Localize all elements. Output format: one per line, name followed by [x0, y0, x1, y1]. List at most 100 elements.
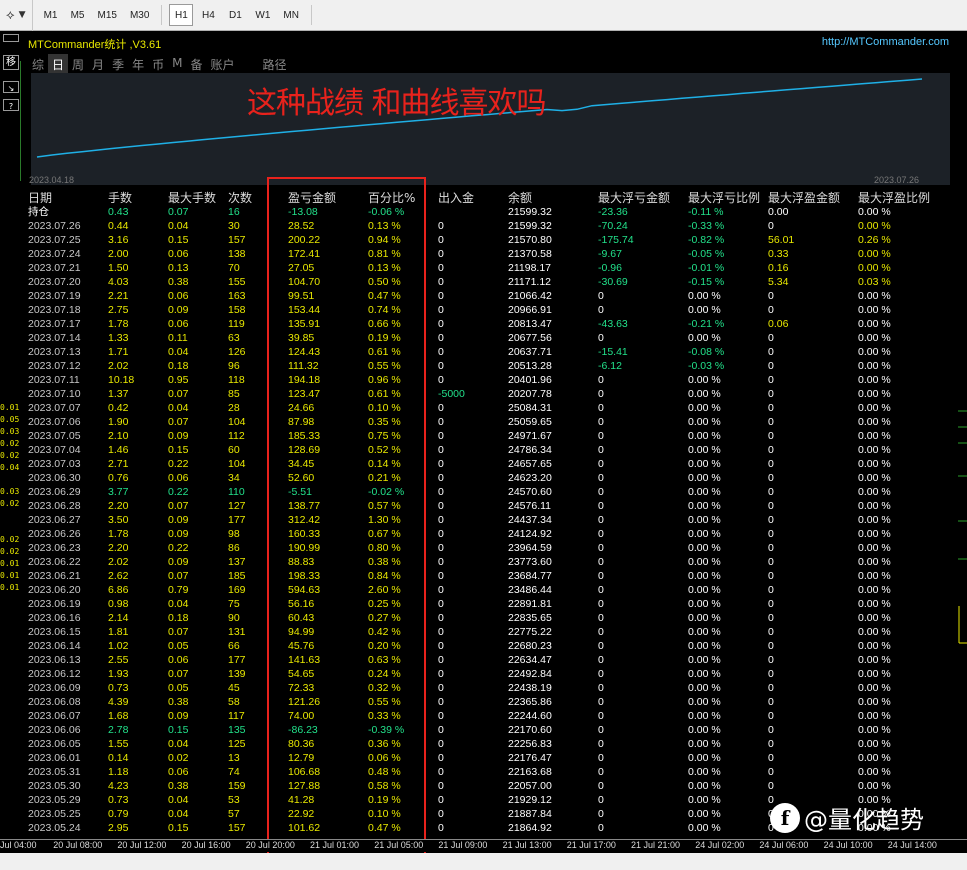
table-cell: 0.00 % — [688, 416, 721, 428]
table-row: 2023.06.09 0.73 0.05 45 72.33 0.32 % 0 22438.19… — [22, 681, 955, 695]
website-link[interactable]: http://MTCommander.com — [822, 36, 949, 48]
tab-8[interactable]: 备 — [186, 54, 206, 75]
table-cell: 0.09 — [168, 430, 189, 442]
table-cell: 0 — [438, 318, 444, 330]
table-cell: 0.00 % — [858, 416, 891, 428]
timeframe-buttons: M1 M5 M15 M30 H1 H4 D1 W1 MN — [33, 4, 316, 26]
timeframe-mn-button[interactable]: MN — [278, 4, 304, 26]
table-cell: 0.00 % — [688, 766, 721, 778]
tab-1[interactable]: 日 — [48, 54, 69, 75]
table-cell: 22634.47 — [508, 654, 552, 666]
timeframe-m1-button[interactable]: M1 — [39, 4, 63, 26]
tab-0[interactable]: 综 — [28, 54, 48, 75]
table-cell: 104 — [228, 416, 246, 428]
table-cell: 16 — [228, 206, 240, 218]
table-cell: 0 — [768, 528, 774, 540]
table-cell: 2023.06.26 — [28, 528, 81, 540]
table-cell: 0.00 % — [858, 780, 891, 792]
column-header: 手数 — [108, 191, 133, 205]
tab-6[interactable]: 币 — [148, 54, 168, 75]
table-cell: 0 — [438, 822, 444, 834]
table-cell: 28 — [228, 402, 240, 414]
table-cell: 1.71 — [108, 346, 129, 358]
table-cell: 0.00 — [768, 206, 789, 218]
table-cell: 159 — [228, 780, 246, 792]
timeframe-m30-button[interactable]: M30 — [125, 4, 154, 26]
table-cell: 0 — [598, 682, 604, 694]
arrow-icon[interactable]: ↘ — [3, 81, 19, 93]
table-cell: 139 — [228, 668, 246, 680]
column-header: 余额 — [508, 191, 533, 205]
table-cell: 0 — [438, 514, 444, 526]
tab-10[interactable]: 路径 — [259, 54, 291, 75]
time-label: Jul 04:00 — [0, 840, 37, 850]
table-cell: 2023.06.08 — [28, 696, 81, 708]
tab-5[interactable]: 年 — [128, 54, 148, 75]
table-cell: 2023.07.19 — [28, 290, 81, 302]
table-cell: 0 — [438, 542, 444, 554]
table-row: 2023.06.13 2.55 0.06 177 141.63 0.63 % 0 22634.… — [22, 653, 955, 667]
table-cell: 10.18 — [108, 374, 135, 386]
timeframe-d1-button[interactable]: D1 — [223, 4, 247, 26]
tab-7[interactable]: M — [168, 54, 186, 75]
table-cell: 0 — [438, 766, 444, 778]
table-cell: 1.68 — [108, 710, 129, 722]
help-icon[interactable]: ? — [3, 99, 19, 111]
stats-tabs: 综日周月季年币 M 备账户 路径 — [28, 54, 291, 75]
table-cell: 20677.56 — [508, 332, 552, 344]
table-cell: 0.00 % — [688, 780, 721, 792]
table-cell: 23964.59 — [508, 542, 552, 554]
table-cell: 0.15 — [168, 822, 189, 834]
table-cell: 0.00 % — [858, 360, 891, 372]
table-cell: 0.00 % — [858, 528, 891, 540]
table-cell: 2023.06.13 — [28, 654, 81, 666]
table-cell: 0 — [768, 710, 774, 722]
table-cell: 0.00 % — [858, 290, 891, 302]
table-cell: 2023.06.16 — [28, 612, 81, 624]
table-cell: 0.00 % — [858, 752, 891, 764]
table-cell: 163 — [228, 290, 246, 302]
timeframe-h1-button[interactable]: H1 — [169, 4, 194, 26]
table-cell: 0 — [438, 444, 444, 456]
panel-title: MTCommander统计 ,V3.61 — [28, 39, 162, 51]
table-cell: 0 — [768, 682, 774, 694]
table-cell: 0.00 % — [858, 374, 891, 386]
price-label: 0.01 — [0, 583, 20, 592]
time-label: 20 Jul 16:00 — [181, 840, 231, 850]
table-cell: 2023.06.07 — [28, 710, 81, 722]
timeframe-m15-button[interactable]: M15 — [93, 4, 122, 26]
table-row: 2023.07.05 2.10 0.09 112 185.33 0.75 % 0 24971.… — [22, 429, 955, 443]
table-cell: 0 — [768, 598, 774, 610]
panel-toggle-button[interactable]: 移 — [3, 55, 19, 70]
table-cell: 0 — [438, 220, 444, 232]
tab-2[interactable]: 周 — [68, 54, 88, 75]
collapse-handle[interactable] — [3, 34, 19, 42]
table-cell: 20513.28 — [508, 360, 552, 372]
table-cell: 0.00 % — [858, 206, 891, 218]
table-cell: 0 — [768, 332, 774, 344]
table-row: 持仓 0.43 0.07 16 -13.08 -0.06 % 21599.32 -23.36-… — [22, 205, 955, 219]
tab-9[interactable]: 账户 — [206, 54, 238, 75]
table-row: 2023.06.21 2.62 0.07 185 198.33 0.84 % 0 23684.… — [22, 569, 955, 583]
table-cell: 0 — [438, 682, 444, 694]
table-row: 2023.07.13 1.71 0.04 126 124.43 0.61 % 0 20637.… — [22, 345, 955, 359]
highlight-box — [267, 177, 426, 868]
table-cell: 0 — [768, 654, 774, 666]
tab-4[interactable]: 季 — [108, 54, 128, 75]
timeframe-h4-button[interactable]: H4 — [196, 4, 220, 26]
table-row: 2023.07.19 2.21 0.06 163 99.51 0.47 % 0 21066.4… — [22, 289, 955, 303]
table-cell: 0 — [768, 766, 774, 778]
tab-3[interactable]: 月 — [88, 54, 108, 75]
table-cell: 0 — [598, 654, 604, 666]
drawing-tools-dropdown[interactable]: ⟡ ▼ — [0, 0, 33, 31]
table-cell: 0 — [598, 570, 604, 582]
timeframe-w1-button[interactable]: W1 — [250, 4, 275, 26]
table-cell: 0.00 % — [858, 696, 891, 708]
timeframe-m5-button[interactable]: M5 — [66, 4, 90, 26]
table-cell: 0.00 % — [858, 500, 891, 512]
table-cell: 0 — [768, 668, 774, 680]
table-cell: 53 — [228, 794, 240, 806]
table-cell: 0.00 % — [858, 444, 891, 456]
table-row: 2023.07.21 1.50 0.13 70 27.05 0.13 % 0 21198.17… — [22, 261, 955, 275]
table-cell: 2023.07.25 — [28, 234, 81, 246]
